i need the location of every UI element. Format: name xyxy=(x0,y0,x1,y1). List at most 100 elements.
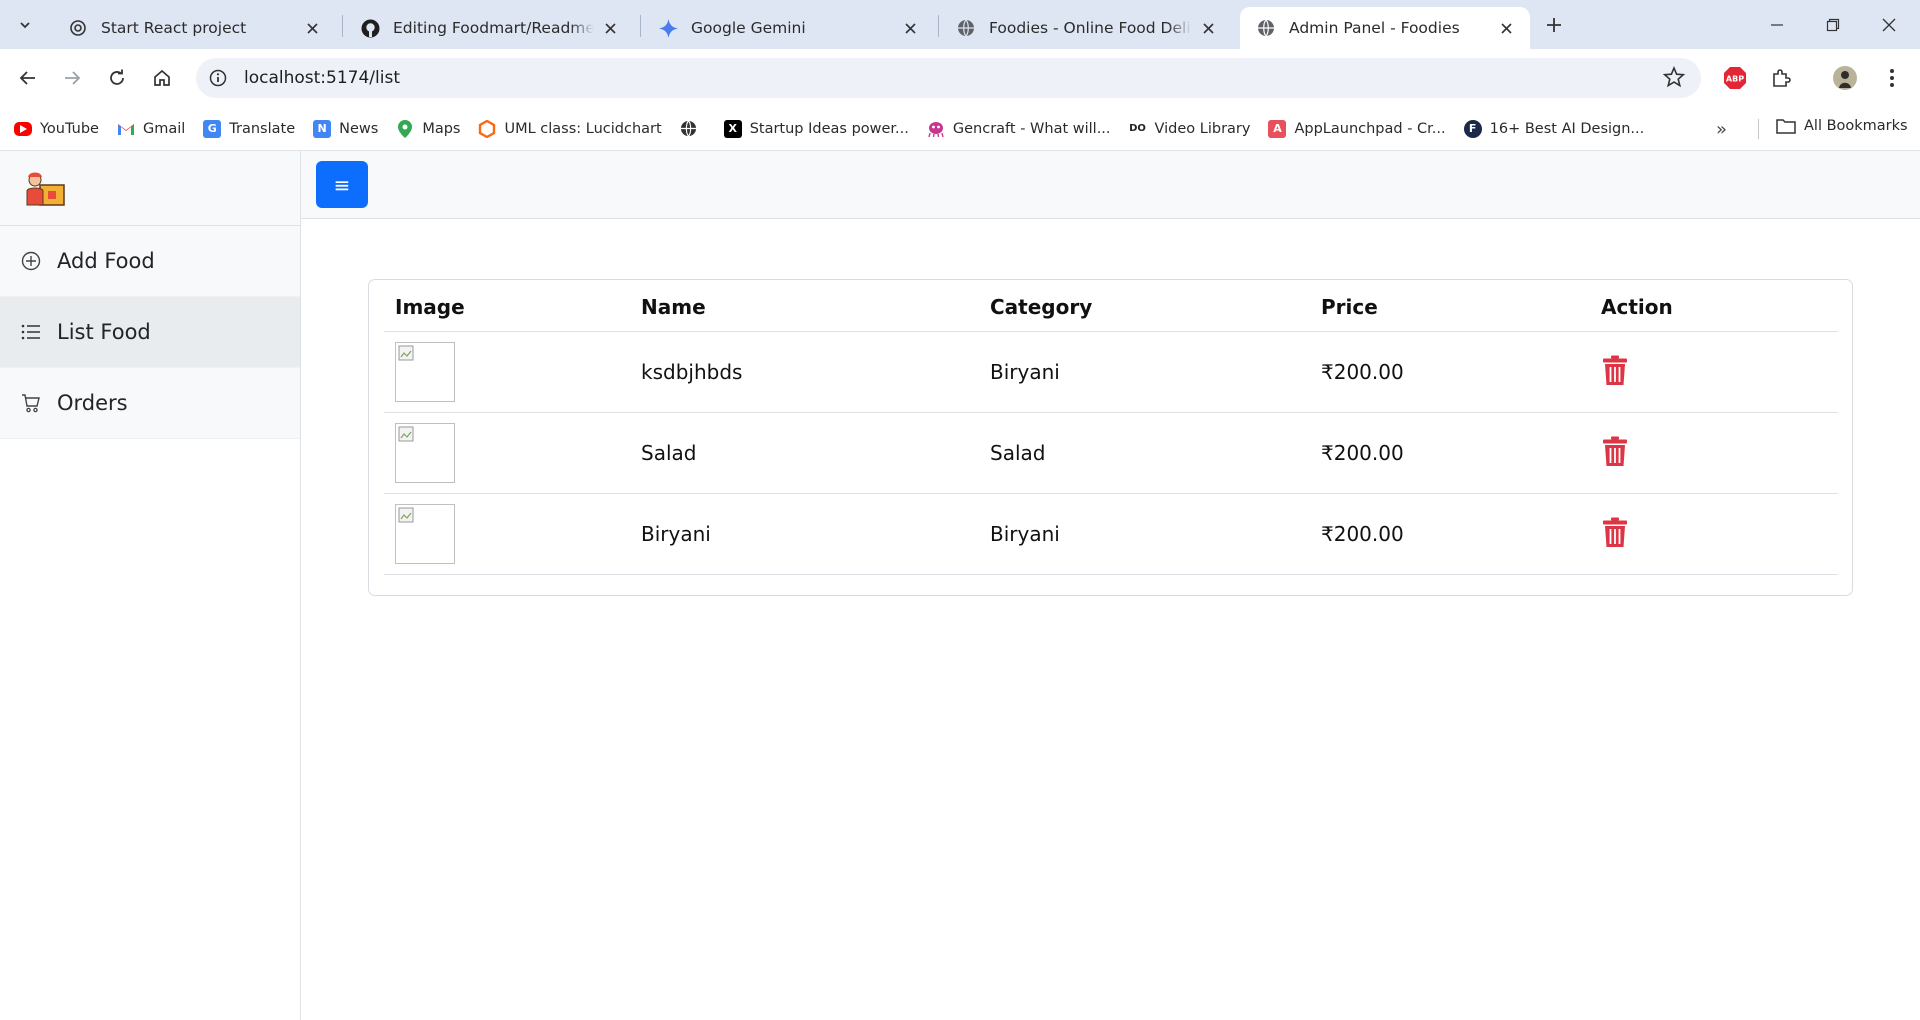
browser-tab-active[interactable]: Admin Panel - Foodies xyxy=(1240,7,1530,49)
close-tab-icon[interactable] xyxy=(600,18,620,38)
close-tab-icon[interactable] xyxy=(900,18,920,38)
f-icon: F xyxy=(1463,119,1482,138)
arrow-right-icon xyxy=(65,71,81,85)
bookmark-label: Video Library xyxy=(1154,120,1251,137)
bookmark-video-library[interactable]: DO Video Library xyxy=(1129,120,1251,138)
bookmark-globe[interactable] xyxy=(680,120,706,138)
tab-search-button[interactable] xyxy=(10,10,40,40)
broken-image-icon xyxy=(398,345,414,360)
close-tab-icon[interactable] xyxy=(302,18,322,38)
bookmark-news[interactable]: N News xyxy=(313,119,379,138)
bookmark-translate[interactable]: G Translate xyxy=(203,119,296,138)
minimize-button[interactable] xyxy=(1754,0,1800,49)
column-header-category: Category xyxy=(979,280,1310,332)
globe-icon xyxy=(1256,18,1276,38)
site-info-icon[interactable] xyxy=(200,60,236,96)
sidebar-item-list-food[interactable]: List Food xyxy=(0,297,300,368)
browser-tab[interactable]: Foodies - Online Food Delivery xyxy=(940,7,1232,49)
reload-button[interactable] xyxy=(101,62,133,94)
address-bar[interactable]: localhost:5174/list xyxy=(196,58,1701,98)
foodies-logo[interactable] xyxy=(24,169,66,209)
bookmark-label: Maps xyxy=(422,120,461,137)
tab-title: Start React project xyxy=(101,19,247,37)
back-button[interactable] xyxy=(12,62,44,94)
lucidchart-icon xyxy=(478,119,496,138)
bookmark-star-icon[interactable] xyxy=(1662,65,1686,92)
bookmark-label: Gmail xyxy=(142,120,186,137)
tab-title: Google Gemini xyxy=(691,19,806,37)
extensions-button[interactable] xyxy=(1765,62,1797,94)
adblock-icon: ABP xyxy=(1724,67,1746,89)
close-tab-icon[interactable] xyxy=(1198,18,1218,38)
more-bookmarks-icon[interactable]: » xyxy=(1716,119,1727,140)
sidebar-item-label: Orders xyxy=(57,391,128,415)
sidebar-item-label: Add Food xyxy=(57,249,155,273)
new-tab-button[interactable] xyxy=(1540,11,1568,39)
close-tab-icon[interactable] xyxy=(1496,18,1516,38)
url-text[interactable]: localhost:5174/list xyxy=(244,68,400,88)
close-window-button[interactable] xyxy=(1866,0,1912,49)
reload-icon xyxy=(110,69,124,85)
tab-separator xyxy=(342,15,343,37)
browser-menu-button[interactable] xyxy=(1876,62,1908,94)
bookmark-lucidchart[interactable]: UML class: Lucidchart xyxy=(478,119,662,138)
food-category: Salad xyxy=(979,412,1310,494)
browser-tab[interactable]: Editing Foodmart/Readme.md at xyxy=(344,7,634,49)
browser-tab[interactable]: Start React project xyxy=(52,7,336,49)
bookmark-youtube[interactable]: YouTube xyxy=(14,121,99,137)
bookmark-startup-ideas[interactable]: X Startup Ideas power... xyxy=(723,119,909,138)
delete-button[interactable] xyxy=(1601,354,1629,386)
trash-icon xyxy=(1603,355,1627,385)
globe-icon xyxy=(956,18,976,38)
column-header-price: Price xyxy=(1310,280,1590,332)
bookmark-label: Translate xyxy=(229,120,296,137)
bookmark-label: Startup Ideas power... xyxy=(749,120,909,137)
column-header-name: Name xyxy=(630,280,979,332)
delete-button[interactable] xyxy=(1601,435,1629,467)
hamburger-icon: ≡ xyxy=(333,172,351,197)
delete-button[interactable] xyxy=(1601,516,1629,548)
home-button[interactable] xyxy=(146,62,178,94)
bookmark-applaunchpad[interactable]: A AppLaunchpad - Cr... xyxy=(1268,119,1446,138)
browser-tab[interactable]: Google Gemini xyxy=(642,7,934,49)
adblock-extension-button[interactable]: ABP xyxy=(1719,62,1751,94)
food-image xyxy=(395,503,455,564)
tab-separator xyxy=(938,15,939,37)
globe-icon xyxy=(680,120,698,138)
sidebar-item-orders[interactable]: Orders xyxy=(0,368,300,439)
bookmark-gencraft[interactable]: Gencraft - What will... xyxy=(927,120,1111,138)
list-icon xyxy=(20,321,42,343)
bookmark-ai-design[interactable]: F 16+ Best AI Design... xyxy=(1463,119,1644,138)
bookmark-maps[interactable]: Maps xyxy=(396,119,461,138)
profile-button[interactable] xyxy=(1829,62,1861,94)
x-icon: X xyxy=(723,119,742,138)
home-icon xyxy=(154,69,170,86)
sidebar-item-add-food[interactable]: Add Food xyxy=(0,226,300,297)
table-header-row: Image Name Category Price Action xyxy=(384,280,1838,332)
news-icon: N xyxy=(313,119,332,138)
gmail-icon xyxy=(117,120,135,138)
youtube-icon xyxy=(14,121,32,136)
column-header-action: Action xyxy=(1590,280,1838,332)
tab-title: Admin Panel - Foodies xyxy=(1289,19,1460,37)
food-price: ₹200.00 xyxy=(1310,412,1590,494)
food-name: Salad xyxy=(630,412,979,494)
restore-button[interactable] xyxy=(1810,0,1856,49)
forward-button[interactable] xyxy=(56,62,88,94)
sidebar-header xyxy=(0,151,300,226)
bookmark-gmail[interactable]: Gmail xyxy=(117,120,185,138)
food-category: Biryani xyxy=(979,331,1310,413)
browser-toolbar: localhost:5174/list ABP xyxy=(0,49,1920,107)
sidebar-toggle-button[interactable]: ≡ xyxy=(316,161,368,208)
admin-app: Add Food List Food Orders ≡ Image Name C… xyxy=(0,151,1920,1020)
tab-separator xyxy=(640,15,641,37)
video-library-icon: DO xyxy=(1129,123,1146,134)
table-row: Salad Salad ₹200.00 xyxy=(384,412,1838,494)
broken-image-icon xyxy=(398,507,414,522)
all-bookmarks-button[interactable]: All Bookmarks xyxy=(1776,118,1908,134)
food-image xyxy=(395,422,455,483)
food-image xyxy=(395,341,455,402)
food-list-card: Image Name Category Price Action ksdbjhb… xyxy=(368,279,1853,596)
bookmark-label: News xyxy=(339,120,379,137)
applaunchpad-icon: A xyxy=(1268,119,1287,138)
